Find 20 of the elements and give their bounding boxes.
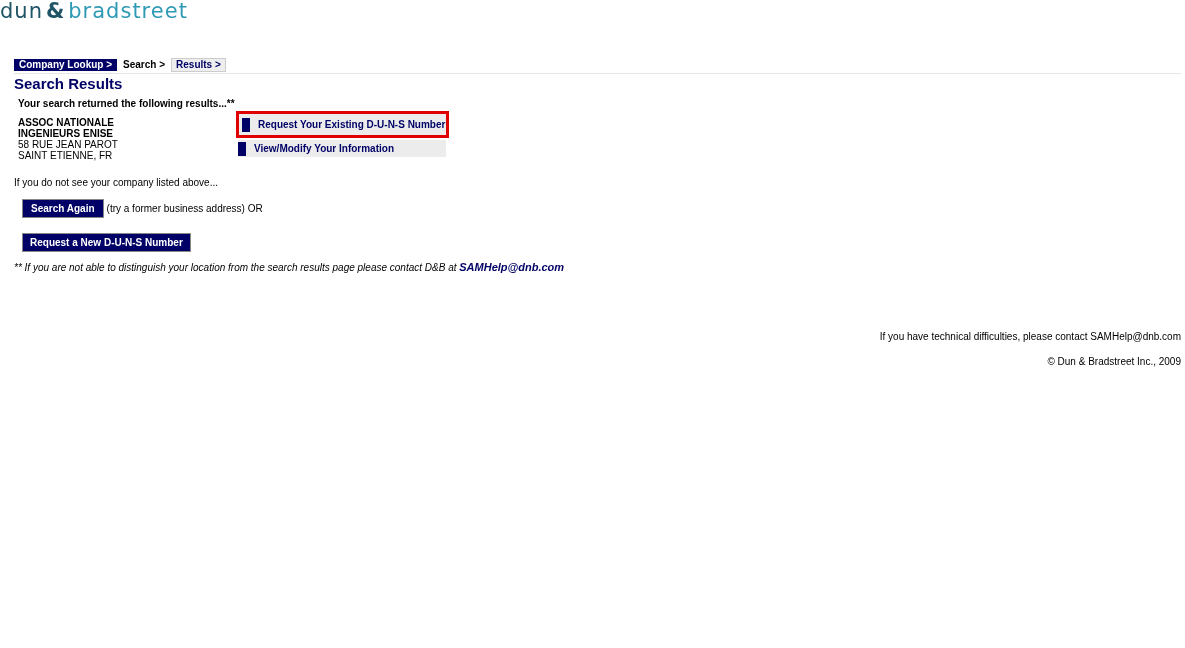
footnote-text: ** If you are not able to distinguish your location from the search results page please contact D&B at SAMHelp@dnb.com [14,260,565,275]
footer-text: If you have technical difficulties, please contact SAMHelp@dnb.com [879,329,1181,344]
company-address: 58 RUE JEAN PAROT [18,139,118,150]
option-link[interactable]: Request Your Existing D-U-N-S Number [238,113,447,136]
request-new-duns-button[interactable]: Request a New D-U-N-S Number [22,233,191,252]
email-link[interactable]: SAMHelp@dnb.com [459,261,565,273]
search-again-hint: (try a former business address) OR [106,202,263,216]
option-link[interactable]: View/Modify Your Information [238,140,446,157]
breadcrumb-link[interactable]: Results > [171,58,226,72]
company-address: SAINT ETIENNE, FR [18,150,113,161]
company-name: INGENIEURS ENISE [18,128,114,139]
search-again-button[interactable]: Search Again [22,199,104,218]
breadcrumb-link[interactable]: Search > [119,59,170,71]
footer-text: © Dun & Bradstreet Inc., 2009 [1047,354,1181,369]
page-title: Search Results [14,75,123,93]
breadcrumb-link[interactable]: Company Lookup > [14,59,118,71]
company-name: ASSOC NATIONALE [18,117,114,128]
intro-text: Your search returned the following results...** [18,97,235,111]
company-logo: dun&bradstreet [0,0,188,22]
not-listed-text: If you do not see your company listed above... [14,176,218,190]
